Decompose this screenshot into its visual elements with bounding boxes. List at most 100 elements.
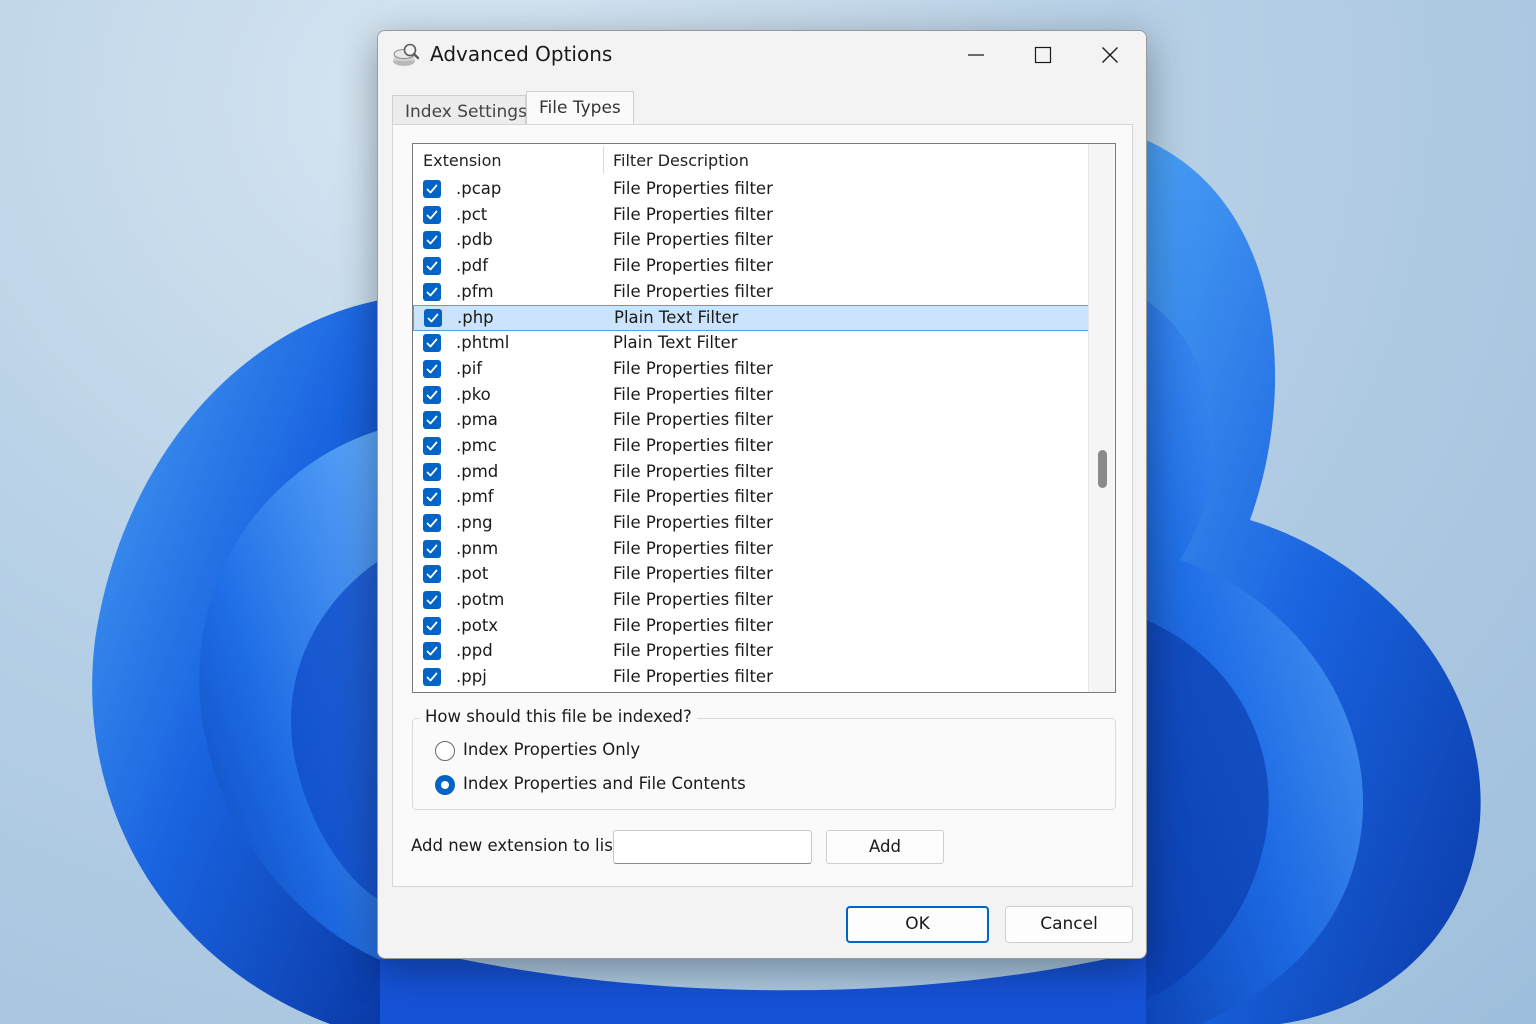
list-item[interactable]: .pif File Properties filter: [413, 357, 1089, 383]
add-button[interactable]: Add: [826, 830, 944, 864]
checkmark-icon: [426, 569, 438, 579]
cancel-button[interactable]: Cancel: [1005, 906, 1133, 943]
filter-description-cell: File Properties filter: [613, 564, 773, 584]
checkmark-icon: [426, 261, 438, 271]
filter-description-cell: Plain Text Filter: [613, 333, 738, 353]
extension-cell: .pko: [456, 384, 491, 404]
checkbox[interactable]: [423, 462, 441, 481]
file-types-panel: Extension Filter Description .pcap File P…: [392, 124, 1133, 887]
filter-description-cell: File Properties filter: [613, 179, 773, 198]
checkbox[interactable]: [423, 591, 441, 609]
list-item[interactable]: .ppd File Properties filter: [413, 639, 1089, 665]
list-item[interactable]: .pfm File Properties filter: [413, 280, 1089, 306]
checkbox[interactable]: [423, 334, 441, 353]
list-rows: .pcap File Properties filter .pct File Prop…: [413, 177, 1089, 691]
extension-cell: .pdf: [456, 256, 489, 276]
scrollbar-thumb[interactable]: [1098, 450, 1107, 488]
index-method-group: How should this file be indexed? Index P…: [412, 707, 1116, 810]
filter-description-cell: File Properties filter: [613, 384, 773, 404]
close-button[interactable]: [1077, 31, 1143, 79]
checkbox[interactable]: [423, 565, 441, 584]
checkbox[interactable]: [423, 616, 441, 635]
list-header: Extension Filter Description: [413, 144, 1088, 175]
radio-button[interactable]: [435, 775, 455, 795]
advanced-options-dialog: Advanced Options Index Settings File Typ…: [377, 30, 1147, 959]
extension-cell: .php: [457, 308, 494, 328]
filter-description-cell: File Properties filter: [613, 410, 773, 430]
checkbox[interactable]: [423, 180, 441, 198]
list-item[interactable]: .pmd File Properties filter: [413, 460, 1089, 486]
checkbox[interactable]: [423, 668, 441, 687]
checkbox[interactable]: [423, 539, 441, 558]
vertical-scrollbar[interactable]: [1088, 144, 1115, 692]
partial-row-checkbox: [423, 692, 441, 693]
indexing-options-icon: [392, 42, 420, 68]
column-header-extension[interactable]: Extension: [423, 151, 502, 170]
checkbox[interactable]: [423, 513, 441, 532]
checkmark-icon: [426, 338, 438, 348]
list-item[interactable]: .png File Properties filter: [413, 511, 1089, 537]
extension-cell: .pmd: [456, 461, 499, 481]
filter-description-cell: File Properties filter: [613, 281, 773, 301]
ok-button[interactable]: OK: [846, 906, 989, 943]
list-item[interactable]: .phtml Plain Text Filter: [413, 331, 1089, 357]
checkbox[interactable]: [423, 359, 441, 378]
extension-cell: .ppj: [456, 667, 487, 687]
checkbox[interactable]: [423, 385, 441, 404]
checkmark-icon: [426, 518, 438, 528]
checkmark-icon: [426, 672, 438, 682]
add-extension-label: Add new extension to list:: [411, 836, 625, 855]
radio-button[interactable]: [435, 741, 455, 761]
checkmark-icon: [426, 492, 438, 502]
checkmark-icon: [426, 287, 438, 297]
checkbox[interactable]: [423, 257, 441, 276]
title-bar[interactable]: Advanced Options: [378, 31, 1146, 79]
filter-description-cell: File Properties filter: [613, 230, 773, 250]
tab-file-types[interactable]: File Types: [526, 91, 634, 125]
list-item[interactable]: .pnm File Properties filter: [413, 537, 1089, 563]
maximize-button[interactable]: [1010, 31, 1076, 79]
column-divider[interactable]: [603, 146, 604, 174]
checkbox[interactable]: [423, 282, 441, 301]
checkbox[interactable]: [423, 436, 441, 455]
list-item[interactable]: .pma File Properties filter: [413, 408, 1089, 434]
extension-cell: .pct: [456, 204, 488, 224]
extension-cell: .pif: [456, 358, 483, 378]
list-item[interactable]: .pmc File Properties filter: [413, 434, 1089, 460]
list-item[interactable]: .pdb File Properties filter: [413, 228, 1089, 254]
extension-cell: .pcap: [456, 179, 502, 198]
checkmark-icon: [427, 314, 439, 323]
file-type-list[interactable]: Extension Filter Description .pcap File P…: [412, 143, 1116, 693]
checkmark-icon: [426, 621, 438, 631]
list-item[interactable]: .pot File Properties filter: [413, 562, 1089, 588]
list-item[interactable]: .php Plain Text Filter: [413, 305, 1089, 332]
extension-cell: .pot: [456, 564, 489, 584]
list-item[interactable]: .pct File Properties filter: [413, 203, 1089, 229]
filter-description-cell: File Properties filter: [613, 461, 773, 481]
list-item[interactable]: .pcap File Properties filter: [413, 177, 1089, 203]
list-item[interactable]: .potm File Properties filter: [413, 588, 1089, 614]
list-item[interactable]: .ppj File Properties filter: [413, 665, 1089, 691]
list-item[interactable]: .potx File Properties filter: [413, 614, 1089, 640]
minimize-button[interactable]: [943, 31, 1009, 79]
list-item[interactable]: .pmf File Properties filter: [413, 485, 1089, 511]
filter-description-cell: File Properties filter: [613, 358, 773, 378]
filter-description-cell: Plain Text Filter: [614, 308, 739, 328]
filter-description-cell: File Properties filter: [613, 512, 773, 532]
column-header-filter-description[interactable]: Filter Description: [613, 151, 749, 170]
add-extension-input[interactable]: [613, 830, 812, 864]
extension-cell: .pmf: [456, 487, 494, 507]
list-item[interactable]: .pko File Properties filter: [413, 383, 1089, 409]
tab-index-settings[interactable]: Index Settings: [392, 95, 527, 125]
extension-cell: .pfm: [456, 281, 494, 301]
filter-description-cell: File Properties filter: [613, 487, 773, 507]
checkbox[interactable]: [423, 488, 441, 507]
checkbox[interactable]: [423, 205, 441, 224]
checkbox[interactable]: [423, 411, 441, 430]
checkbox[interactable]: [423, 642, 441, 661]
checkbox[interactable]: [424, 309, 442, 328]
filter-description-cell: File Properties filter: [613, 204, 773, 224]
list-item[interactable]: .pdf File Properties filter: [413, 254, 1089, 280]
checkbox[interactable]: [423, 231, 441, 250]
extension-cell: .ppd: [456, 641, 493, 661]
